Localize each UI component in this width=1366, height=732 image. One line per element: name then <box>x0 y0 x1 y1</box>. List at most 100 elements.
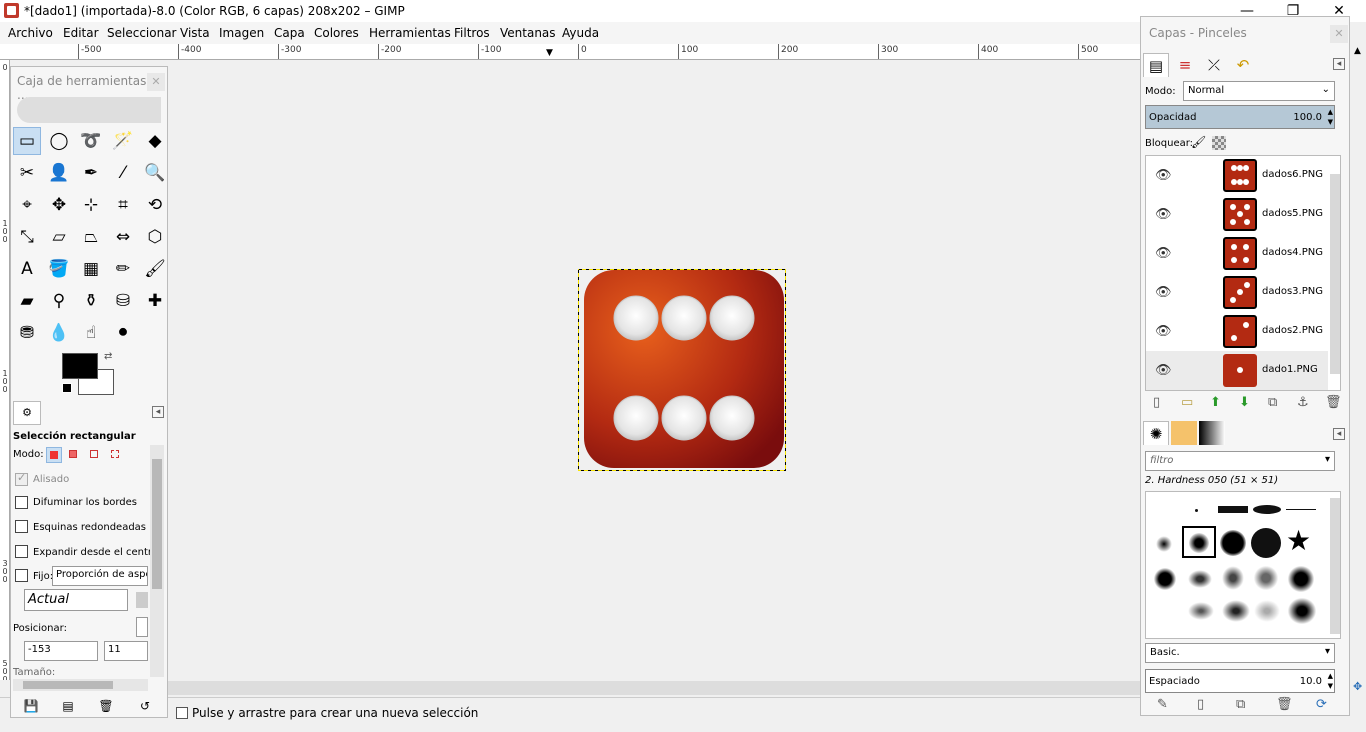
scrollbar-thumb[interactable] <box>23 681 113 689</box>
tool-perspective-clone-icon[interactable]: ⛃ <box>13 319 41 347</box>
brush-item[interactable] <box>1188 570 1212 588</box>
menu-editar[interactable]: Editar <box>63 26 99 40</box>
anchor-layer-icon[interactable]: ⚓ <box>1297 395 1309 410</box>
canvas-horizontal-scrollbar[interactable] <box>168 681 1140 695</box>
tool-options-hscrollbar[interactable] <box>13 679 148 691</box>
brush-item[interactable] <box>1154 568 1176 590</box>
layer-row[interactable]: 👁 dado1.PNG <box>1146 351 1328 390</box>
brush-item[interactable] <box>1288 566 1314 592</box>
tool-flip-icon[interactable]: ⇔ <box>109 223 137 251</box>
image-canvas[interactable] <box>168 60 1140 680</box>
spin-arrows-icon[interactable]: ▲ ▼ <box>1328 107 1333 127</box>
tool-ink-icon[interactable]: ⚱ <box>77 287 105 315</box>
tab-patterns[interactable] <box>1171 421 1197 445</box>
position-unit-icon[interactable] <box>136 617 148 637</box>
tab-paths[interactable]: ⤫ <box>1201 53 1227 77</box>
tool-foreground-select-icon[interactable]: 👤 <box>45 159 73 187</box>
tool-shear-icon[interactable]: ▱ <box>45 223 73 251</box>
new-brush-icon[interactable]: ▯ <box>1197 697 1204 712</box>
tool-blur-icon[interactable]: 💧 <box>45 319 73 347</box>
tool-blend-icon[interactable]: ▦ <box>77 255 105 283</box>
opacity-slider[interactable]: Opacidad 100.0 ▲ ▼ <box>1145 105 1335 129</box>
current-value-input[interactable]: Actual <box>24 589 128 611</box>
antialias-checkbox[interactable] <box>15 471 28 486</box>
tool-eraser-icon[interactable]: ▰ <box>13 287 41 315</box>
brush-item[interactable] <box>1222 566 1244 590</box>
dock-close-button[interactable]: ✕ <box>1330 25 1348 43</box>
brush-item[interactable] <box>1220 530 1246 556</box>
duplicate-brush-icon[interactable]: ⧉ <box>1236 697 1245 712</box>
tool-airbrush-icon[interactable]: ⚲ <box>45 287 73 315</box>
tab-channels[interactable]: ≡ <box>1172 53 1198 77</box>
tool-options-scrollbar[interactable] <box>150 445 164 677</box>
dock-menu-arrow-icon[interactable]: ◂ <box>152 406 164 418</box>
delete-layer-icon[interactable]: 🗑 <box>1325 395 1342 410</box>
tool-zoom-icon[interactable]: 🔍 <box>141 159 169 187</box>
tool-perspective-icon[interactable]: ⏢ <box>77 223 105 251</box>
tool-scissors-icon[interactable]: ✂ <box>13 159 41 187</box>
eye-icon[interactable]: 👁 <box>1155 363 1172 378</box>
mode-replace-button[interactable] <box>46 447 62 463</box>
tab-layers[interactable]: ▤ <box>1143 53 1169 77</box>
edit-brush-icon[interactable]: ✎ <box>1157 697 1168 712</box>
menu-filtros[interactable]: Filtros <box>454 26 490 40</box>
eye-icon[interactable]: 👁 <box>1155 324 1172 339</box>
layer-row[interactable]: 👁 dados2.PNG <box>1146 312 1328 351</box>
horizontal-ruler[interactable]: -500 -400 -300 -200 -100 0 100 200 300 4… <box>0 44 1140 60</box>
menu-colores[interactable]: Colores <box>314 26 359 40</box>
wilber-drop-area[interactable] <box>17 97 161 123</box>
tool-smudge-icon[interactable]: ☝ <box>77 319 105 347</box>
menu-vista[interactable]: Vista <box>180 26 210 40</box>
tool-text-icon[interactable]: A <box>13 255 41 283</box>
layer-row[interactable]: 👁 dados5.PNG <box>1146 195 1328 234</box>
layers-scrollbar[interactable] <box>1330 174 1340 374</box>
menu-ventanas[interactable]: Ventanas <box>500 26 556 40</box>
tool-heal-icon[interactable]: ✚ <box>141 287 169 315</box>
tool-rotate-icon[interactable]: ⟲ <box>141 191 169 219</box>
new-layer-group-icon[interactable]: ▭ <box>1181 395 1193 410</box>
tool-align-icon[interactable]: ⊹ <box>77 191 105 219</box>
tool-cage-icon[interactable]: ⬡ <box>141 223 169 251</box>
brush-preset-dropdown[interactable]: Basic. ▾ <box>1145 643 1335 663</box>
tool-rect-select-icon[interactable]: ▭ <box>13 127 41 155</box>
tool-move-icon[interactable]: ✥ <box>45 191 73 219</box>
vertical-ruler[interactable]: 0 1 0 0 1 0 0 3 0 0 5 0 0 <box>0 60 10 680</box>
position-x-input[interactable]: -153 <box>24 641 98 661</box>
eye-icon[interactable]: 👁 <box>1155 246 1172 261</box>
spin-arrows-icon[interactable]: ▲ ▼ <box>1328 671 1333 691</box>
lock-pixels-icon[interactable]: 🖌 <box>1191 135 1206 149</box>
tab-gradients[interactable] <box>1199 421 1225 445</box>
layer-row[interactable]: 👁 dados4.PNG <box>1146 234 1328 273</box>
scrollbar-thumb[interactable] <box>152 459 162 589</box>
tool-bucket-fill-icon[interactable]: 🪣 <box>45 255 73 283</box>
tool-pencil-icon[interactable]: ✏ <box>109 255 137 283</box>
mode-subtract-button[interactable] <box>87 447 103 463</box>
canvas-drawing[interactable] <box>168 60 1140 680</box>
fixed-ratio-dropdown[interactable]: Proporción de aspec <box>52 566 148 586</box>
navigate-icon[interactable]: ✥ <box>1353 680 1362 693</box>
menu-archivo[interactable]: Archivo <box>8 26 53 40</box>
brushes-scrollbar[interactable] <box>1330 498 1340 634</box>
fixed-checkbox[interactable] <box>15 569 28 582</box>
tool-clone-icon[interactable]: ⛁ <box>109 287 137 315</box>
brush-filter-input[interactable]: filtro ▾ <box>1145 451 1335 471</box>
brush-item[interactable] <box>1188 602 1214 620</box>
tab-brushes[interactable]: ✺ <box>1143 421 1169 445</box>
delete-brush-icon[interactable]: 🗑 <box>1276 697 1293 712</box>
menu-imagen[interactable]: Imagen <box>219 26 264 40</box>
tab-undo-history[interactable]: ↶ <box>1230 53 1256 77</box>
duplicate-layer-icon[interactable]: ⧉ <box>1268 395 1277 410</box>
eye-icon[interactable]: 👁 <box>1155 207 1172 222</box>
spacing-slider[interactable]: Espaciado 10.0 ▲ ▼ <box>1145 669 1335 693</box>
lower-layer-icon[interactable]: ⬇ <box>1239 395 1250 410</box>
menu-herramientas[interactable]: Herramientas <box>369 26 451 40</box>
brush-item[interactable] <box>1254 566 1278 590</box>
brush-item[interactable] <box>1288 598 1316 624</box>
eye-icon[interactable]: 👁 <box>1155 168 1172 183</box>
tool-crop-icon[interactable]: ⌗ <box>109 191 137 219</box>
dock-menu-arrow-icon[interactable]: ◂ <box>1333 428 1345 440</box>
tool-measure-icon[interactable]: ⌖ <box>13 191 41 219</box>
brush-item[interactable] <box>1222 600 1250 622</box>
raise-layer-icon[interactable]: ⬆ <box>1210 395 1221 410</box>
tool-paintbrush-icon[interactable]: 🖌 <box>141 255 169 283</box>
